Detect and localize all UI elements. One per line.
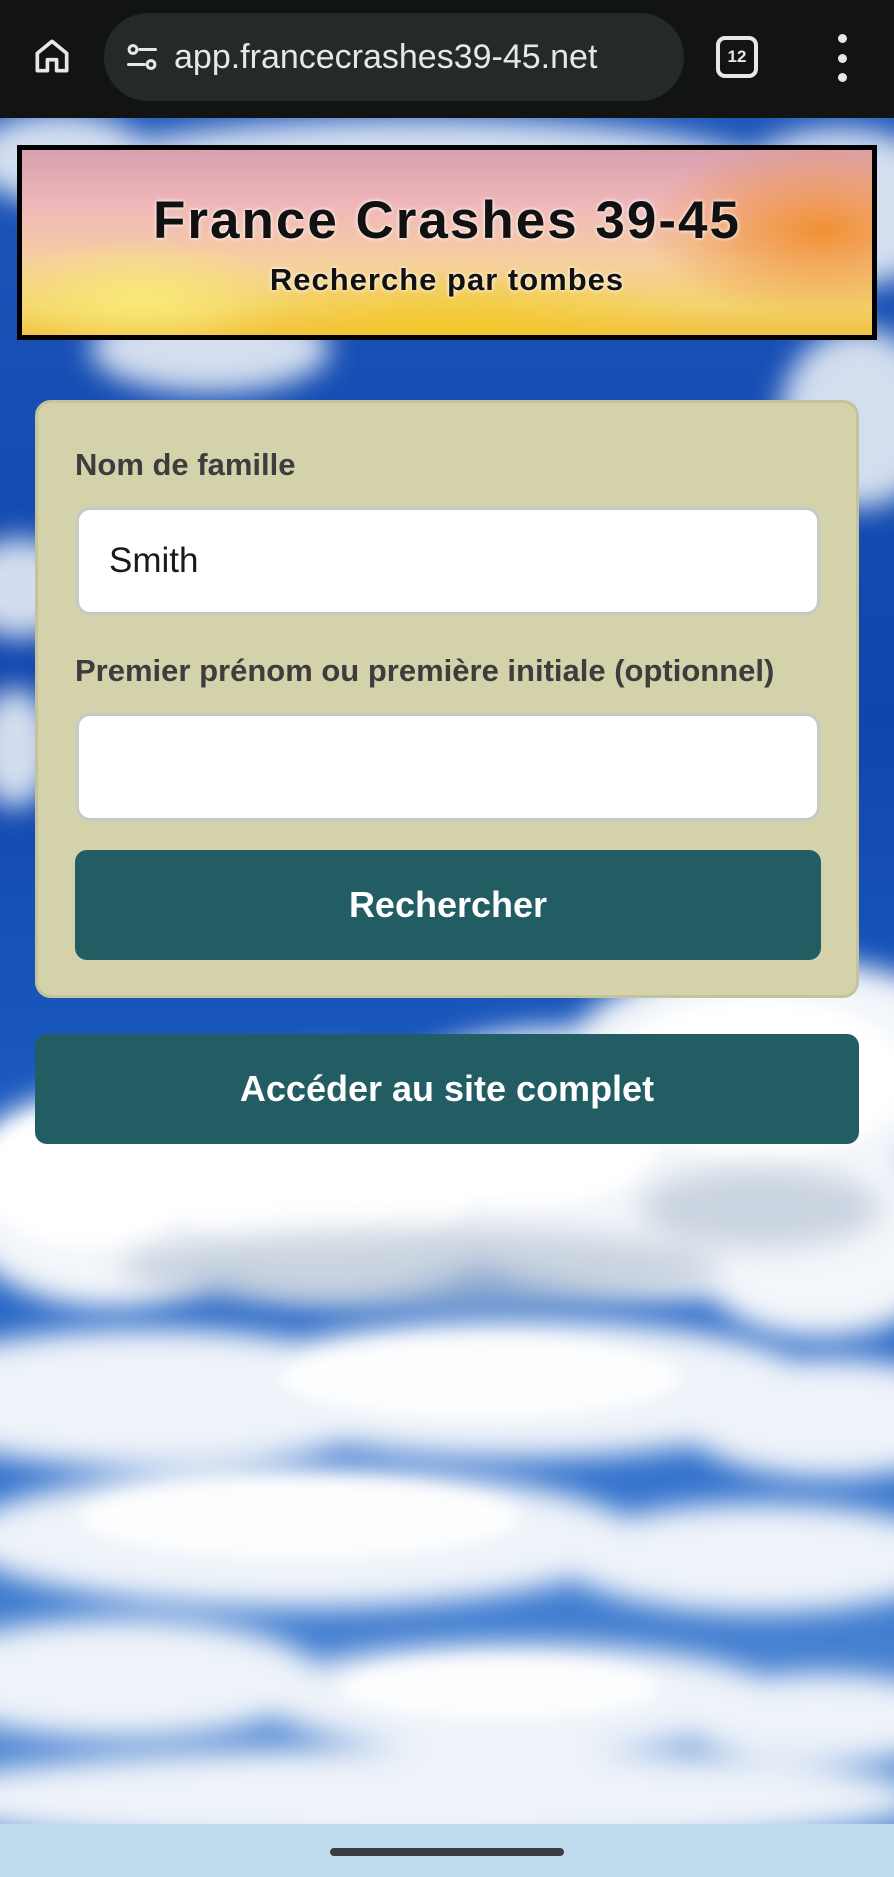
url-text[interactable]: app.francecrashes39-45.net bbox=[174, 13, 597, 101]
surname-label: Nom de famille bbox=[75, 447, 296, 482]
tab-switcher-button[interactable]: 12 bbox=[716, 36, 758, 78]
firstname-input[interactable] bbox=[76, 713, 820, 821]
site-banner: France Crashes 39-45 Recherche par tombe… bbox=[17, 145, 877, 340]
home-button[interactable] bbox=[24, 28, 80, 84]
full-site-button[interactable]: Accéder au site complet bbox=[35, 1034, 859, 1144]
gesture-handle[interactable] bbox=[330, 1848, 564, 1856]
firstname-label: Premier prénom ou première initiale (opt… bbox=[75, 653, 775, 688]
surname-input[interactable] bbox=[76, 507, 820, 615]
home-icon bbox=[35, 39, 69, 73]
search-form: Nom de famille Premier prénom ou premièr… bbox=[35, 400, 859, 998]
search-button[interactable]: Rechercher bbox=[75, 850, 821, 960]
more-vert-icon[interactable] bbox=[822, 34, 862, 82]
browser-toolbar: app.francecrashes39-45.net 12 bbox=[0, 0, 894, 118]
banner-title: France Crashes 39-45 bbox=[153, 191, 741, 250]
banner-subtitle: Recherche par tombes bbox=[269, 262, 625, 297]
system-nav-bar bbox=[0, 1824, 894, 1877]
site-settings-icon[interactable] bbox=[124, 39, 160, 75]
address-bar[interactable]: app.francecrashes39-45.net bbox=[104, 13, 684, 101]
